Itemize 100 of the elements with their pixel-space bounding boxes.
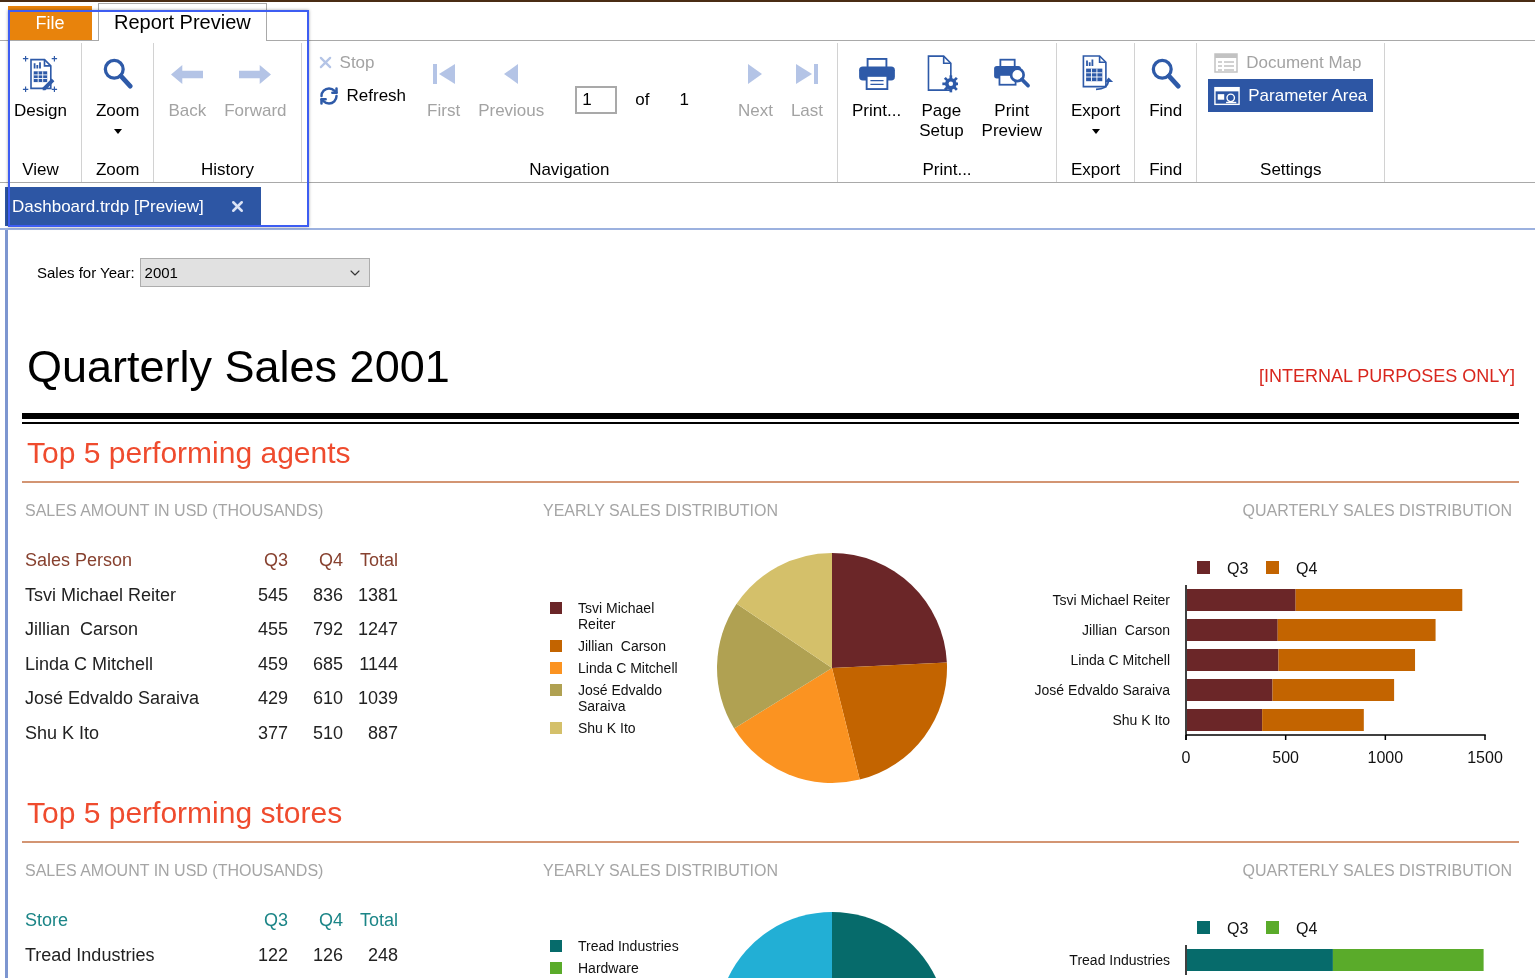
group-label: Zoom: [95, 159, 140, 181]
table-cell-text: 1144: [358, 652, 398, 676]
skip-end-icon: [795, 63, 818, 85]
table-cell-text: Jillian Carson: [25, 618, 140, 641]
table-cell-text: Linda C Mitchell: [25, 652, 155, 676]
legend-label: Tread Industries: [578, 938, 680, 954]
page-of-label: of: [635, 90, 650, 110]
skip-start-icon: [432, 63, 455, 85]
legend-label: Jillian Carson: [578, 638, 667, 654]
table-header-cell-text: Q4: [318, 549, 343, 572]
table-cell-text: 459: [256, 652, 288, 676]
printer-icon: [857, 58, 896, 90]
category-label: Tsvi Michael Reiter: [1052, 592, 1170, 608]
triangle-left-icon: [504, 64, 519, 84]
group-label: Find: [1149, 159, 1183, 181]
ribbon-button[interactable]: Export: [1068, 53, 1124, 134]
table-cell-text: 1039: [356, 687, 398, 710]
table-cell-text: 510: [311, 721, 343, 745]
table-cell-text: 248: [366, 943, 398, 967]
table-cell-text: 455: [256, 618, 288, 641]
table-header-cell-text: Total: [358, 909, 398, 932]
legend-label: Q3: [1227, 560, 1249, 577]
table-header-cell-text: Q3: [263, 549, 288, 572]
table-cell-text: Tsvi Michael Reiter: [25, 583, 178, 607]
category-label: José Edvaldo Saraiva: [1034, 682, 1170, 698]
table-cell-text: 377: [256, 721, 288, 745]
tick-label: 1000: [1367, 749, 1404, 766]
arrow-right-icon: [239, 64, 272, 84]
table-header-cell-text: Total: [358, 549, 398, 572]
ribbon-button[interactable]: Zoom: [92, 53, 143, 134]
table-header-cell-text: Q3: [263, 909, 288, 932]
legend-label: Linda C Mitchell: [578, 660, 679, 676]
table-header-cell-text: Q4: [318, 909, 343, 932]
table-cell-text: 429: [256, 687, 288, 710]
table-cell-text: 610: [311, 687, 343, 710]
table-header-cell-text: Store: [25, 909, 70, 932]
group-label: Export: [1071, 159, 1121, 181]
triangle-right-icon: [748, 64, 763, 84]
refresh-icon: [318, 85, 339, 106]
section-heading: Top 5 performing agents: [26, 435, 352, 471]
notice-text: [INTERNAL PURPOSES ONLY]: [1258, 366, 1515, 387]
group-label: View: [22, 159, 59, 181]
close-icon[interactable]: [229, 198, 246, 215]
table-cell-text: Shu K Ito: [25, 721, 101, 745]
category-label: Tread Industries: [1069, 952, 1170, 968]
table-cell-text: 1381: [356, 583, 398, 607]
column-title: SALES AMOUNT IN USD (THOUSANDS): [24, 501, 325, 521]
legend-label: Tsvi Michael Reiter: [578, 600, 656, 632]
group-label: History: [201, 159, 254, 181]
column-title: SALES AMOUNT IN USD (THOUSANDS): [24, 861, 325, 881]
list-icon: [1214, 52, 1239, 73]
table-cell-text: 792: [311, 618, 343, 641]
year-select[interactable]: 2001: [139, 258, 370, 287]
group-label: Navigation: [529, 159, 610, 181]
ribbon-button[interactable]: Parameter Area: [1208, 79, 1374, 112]
table-cell-text: 836: [311, 583, 343, 607]
table-cell-text: 126: [311, 943, 343, 967]
tick-label: 0: [1181, 749, 1191, 766]
legend-label: Q4: [1296, 560, 1318, 577]
legend-label: Shu K Ito: [578, 720, 637, 736]
table-cell-text: 887: [366, 721, 398, 745]
table-cell-text: Tread Industries: [25, 943, 156, 967]
ribbon-button[interactable]: Find: [1146, 53, 1186, 121]
table-cell-text: 545: [256, 583, 288, 607]
column-title: YEARLY SALES DISTRIBUTION: [542, 501, 780, 521]
group-label: Settings: [1260, 159, 1322, 181]
page-count-text: 1: [679, 90, 689, 110]
table-cell-text: 685: [311, 652, 343, 676]
arrow-left-icon: [171, 64, 204, 84]
column-title: YEARLY SALES DISTRIBUTION: [542, 861, 780, 881]
panel-icon: [1214, 85, 1241, 106]
magnifier-icon: [102, 58, 133, 90]
cross-icon: [318, 56, 332, 69]
ribbon-button[interactable]: Print Preview: [978, 53, 1046, 141]
group-label: Print...: [922, 159, 972, 181]
report-title: Quarterly Sales 2001: [27, 341, 450, 393]
document-tab[interactable]: Dashboard.trdp [Preview]: [5, 187, 261, 226]
ribbon-button[interactable]: Print...: [849, 53, 905, 121]
category-label: Jillian Carson: [1082, 622, 1170, 638]
ribbon-button[interactable]: Page Setup: [916, 53, 967, 141]
tick-label: 1500: [1467, 749, 1503, 766]
legend-label: Q4: [1296, 920, 1318, 937]
legend-label: Q3: [1227, 920, 1249, 937]
table-cell-text: 1247: [356, 618, 398, 641]
search-icon: [1150, 58, 1181, 90]
ribbon-button[interactable]: Refresh: [312, 79, 413, 112]
y-axis: [1185, 944, 1187, 975]
column-title: QUARTERLY SALES DISTRIBUTION: [1242, 861, 1513, 881]
ribbon-tab[interactable]: Report Preview: [98, 3, 267, 41]
column-title: QUARTERLY SALES DISTRIBUTION: [1242, 501, 1513, 521]
category-label: Shu K Ito: [1112, 712, 1170, 728]
section-heading: Top 5 performing stores: [26, 795, 344, 831]
document-pencil-icon: [22, 55, 59, 93]
tick-label: 500: [1272, 749, 1299, 766]
legend-label: José Edvaldo Saraiva: [578, 682, 664, 714]
page-number-field[interactable]: 1: [575, 86, 618, 114]
table-header-cell-text: Sales Person: [25, 549, 134, 572]
ribbon-button[interactable]: Design: [11, 53, 70, 121]
legend-label: Hardware: [578, 960, 640, 976]
table-cell-text: 122: [256, 943, 288, 967]
